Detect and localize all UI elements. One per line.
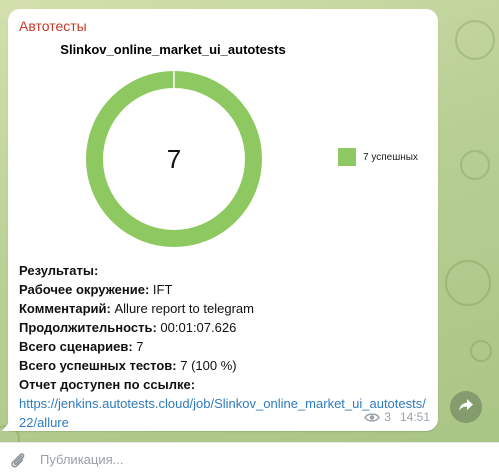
- scenarios-value: 7: [136, 339, 144, 354]
- sender-name[interactable]: Автотесты: [19, 18, 87, 34]
- env-label: Рабочее окружение:: [19, 282, 150, 297]
- donut-chart: 7: [84, 69, 264, 249]
- legend-label: 7 успешных: [363, 151, 418, 163]
- compose-bar: Публикация...: [0, 442, 499, 476]
- background-doodle: [470, 340, 492, 362]
- chart-title: Slinkov_online_market_ui_autotests: [60, 42, 286, 57]
- donut-center-value: 7: [166, 143, 182, 174]
- background-doodle: [445, 260, 491, 306]
- compose-input[interactable]: Публикация...: [40, 452, 123, 467]
- message-bubble[interactable]: Автотесты Slinkov_online_market_ui_autot…: [8, 9, 438, 431]
- paperclip-icon[interactable]: [8, 450, 28, 470]
- share-button[interactable]: [450, 391, 482, 423]
- report-text: Результаты: Рабочее окружение: IFT Комме…: [19, 261, 431, 432]
- background-doodle: [455, 20, 495, 60]
- message-time: 14:51: [399, 410, 430, 424]
- env-value: IFT: [152, 282, 173, 297]
- message-meta: 3 14:51: [364, 410, 430, 424]
- results-label: Результаты:: [19, 263, 99, 278]
- link-label: Отчет доступен по ссылке:: [19, 377, 196, 392]
- background-doodle: [460, 150, 490, 180]
- passed-label: Всего успешных тестов:: [19, 358, 177, 373]
- views-count: 3: [384, 410, 391, 424]
- comment-label: Комментарий:: [19, 301, 111, 316]
- duration-label: Продолжительность:: [19, 320, 157, 335]
- chart-legend: 7 успешных: [338, 148, 418, 166]
- passed-value: 7 (100 %): [180, 358, 237, 373]
- share-arrow-icon: [458, 398, 474, 417]
- duration-value: 00:01:07.626: [160, 320, 237, 335]
- eye-icon: [364, 412, 381, 423]
- scenarios-label: Всего сценариев:: [19, 339, 133, 354]
- legend-swatch: [338, 148, 356, 166]
- comment-value: Allure report to telegram: [114, 301, 254, 316]
